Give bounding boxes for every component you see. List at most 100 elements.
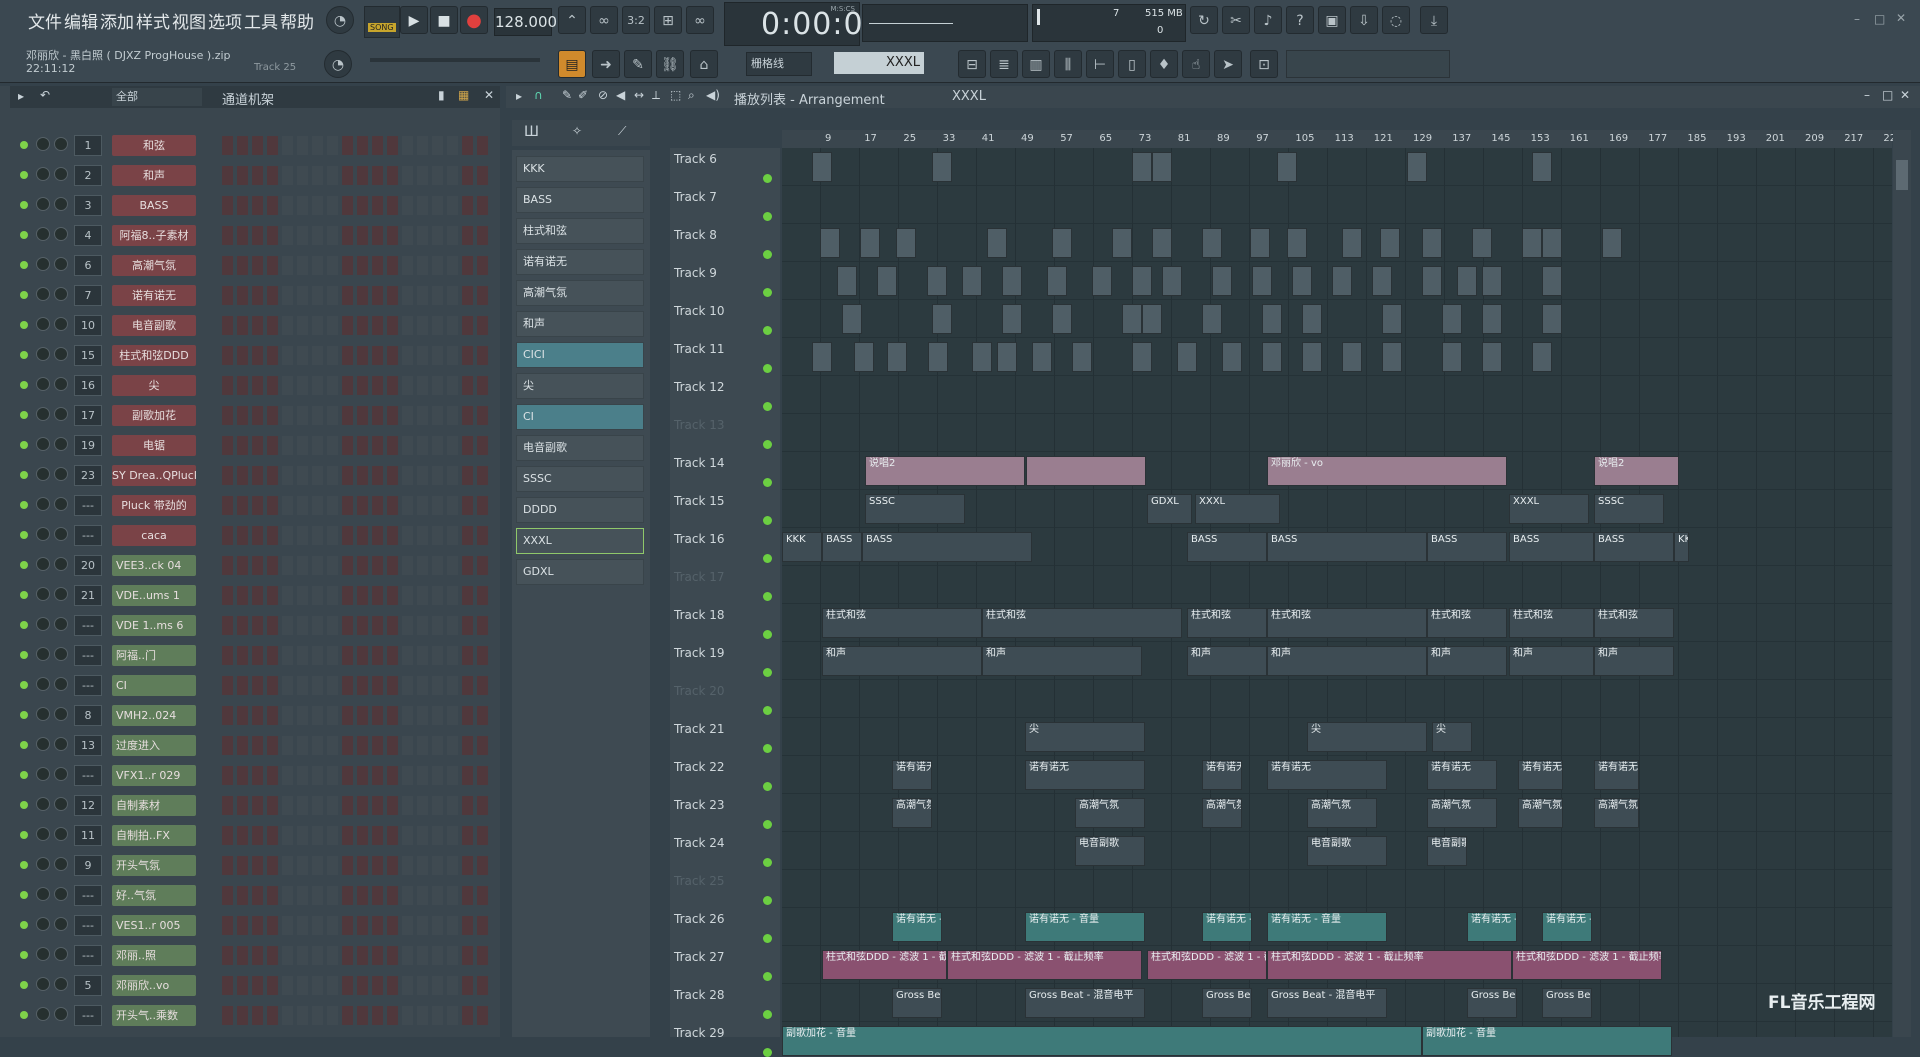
playlist-clip[interactable] bbox=[812, 342, 832, 372]
channel-name-button[interactable]: 自制拍..FX bbox=[112, 825, 196, 846]
channel-row[interactable]: 8 VMH2..024 bbox=[14, 702, 490, 728]
rack-menu-icon[interactable]: ▸ bbox=[18, 89, 24, 103]
playlist-clip[interactable]: 柱式和弦DDD - 滤波 1 - 截止频率 bbox=[822, 950, 947, 980]
playlist-clip[interactable] bbox=[1482, 342, 1502, 372]
channel-volume-knob[interactable] bbox=[54, 797, 68, 811]
pattern-item[interactable]: BASS bbox=[516, 187, 644, 213]
pattern-item[interactable]: SSSC bbox=[516, 466, 644, 492]
download-icon[interactable]: ⤓ bbox=[1420, 6, 1448, 34]
playlist-clip[interactable]: KKK bbox=[1674, 532, 1689, 562]
playlist-clip[interactable]: 诺有诺无 - 音量 bbox=[1542, 912, 1592, 942]
channel-mute-led[interactable] bbox=[20, 441, 28, 449]
playlist-clip[interactable]: Gross Beat - 混音电平 bbox=[1267, 988, 1387, 1018]
channel-mute-led[interactable] bbox=[20, 771, 28, 779]
channel-row[interactable]: 13 过度进入 bbox=[14, 732, 490, 758]
paint-icon[interactable]: ✐ bbox=[578, 88, 588, 102]
track-enable-led[interactable] bbox=[763, 820, 772, 829]
step-sequencer[interactable] bbox=[222, 316, 488, 335]
channel-name-button[interactable]: 和弦 bbox=[112, 135, 196, 156]
playlist-clip[interactable]: 高潮气氛 bbox=[1202, 798, 1242, 828]
loop-record-icon[interactable]: ∞ bbox=[686, 6, 714, 34]
channel-mixer-track[interactable]: 4 bbox=[74, 225, 102, 246]
channel-mixer-track[interactable]: 8 bbox=[74, 705, 102, 726]
track-enable-led[interactable] bbox=[763, 554, 772, 563]
playlist-clip[interactable] bbox=[1162, 266, 1182, 296]
help-icon[interactable]: ? bbox=[1286, 6, 1314, 34]
playlist-clip[interactable]: Gross Beat - 混音电平 bbox=[1025, 988, 1145, 1018]
channel-name-button[interactable]: 尖 bbox=[112, 375, 196, 396]
step-sequencer[interactable] bbox=[222, 466, 488, 485]
master-volume-knob[interactable]: ◔ bbox=[324, 50, 352, 78]
channel-volume-knob[interactable] bbox=[54, 257, 68, 271]
vertical-scrollbar[interactable] bbox=[1893, 130, 1911, 1037]
playlist-clip[interactable] bbox=[1342, 228, 1362, 258]
playlist-clip[interactable] bbox=[1072, 342, 1092, 372]
track-label[interactable]: Track 15 bbox=[674, 494, 724, 508]
menu-add[interactable]: 添加 bbox=[100, 8, 134, 33]
channel-mixer-track[interactable]: 1 bbox=[74, 135, 102, 156]
channel-row[interactable]: --- 阿福..门 bbox=[14, 642, 490, 668]
rack-close-icon[interactable]: ✕ bbox=[484, 88, 494, 102]
playlist-clip[interactable]: 柱式和弦DDD - 滤波 1 - 截止频率 bbox=[1267, 950, 1512, 980]
stop-icon[interactable]: ■ bbox=[430, 6, 458, 34]
playlist-clip[interactable]: BASS bbox=[1427, 532, 1507, 562]
channel-name-button[interactable]: Pluck 带劲的 bbox=[112, 495, 196, 516]
playlist-clip[interactable]: 柱式和弦 bbox=[1267, 608, 1427, 638]
playlist-clip[interactable] bbox=[1422, 228, 1442, 258]
channel-row[interactable]: 17 副歌加花 bbox=[14, 402, 490, 428]
channel-row[interactable]: 9 开头气氛 bbox=[14, 852, 490, 878]
pattern-item[interactable]: CI bbox=[516, 404, 644, 430]
channel-mute-led[interactable] bbox=[20, 411, 28, 419]
channel-mixer-track[interactable]: 17 bbox=[74, 405, 102, 426]
channel-mute-led[interactable] bbox=[20, 201, 28, 209]
channel-pan-knob[interactable] bbox=[36, 1007, 50, 1021]
playlist-clip[interactable]: 高潮气氛 bbox=[1594, 798, 1639, 828]
channel-name-button[interactable]: 好..气氛 bbox=[112, 885, 196, 906]
playlist-clip[interactable] bbox=[1422, 266, 1442, 296]
playlist-clip[interactable] bbox=[962, 266, 982, 296]
channel-mixer-track[interactable]: 16 bbox=[74, 375, 102, 396]
playlist-clip[interactable] bbox=[932, 304, 952, 334]
playlist-clip[interactable] bbox=[1250, 228, 1270, 258]
channel-volume-knob[interactable] bbox=[54, 227, 68, 241]
pattern-item[interactable]: 高潮气氛 bbox=[516, 280, 644, 306]
step-sequencer[interactable] bbox=[222, 556, 488, 575]
step-sequencer[interactable] bbox=[222, 616, 488, 635]
channel-row[interactable]: --- 开头气..乘数 bbox=[14, 1002, 490, 1028]
step-sequencer[interactable] bbox=[222, 406, 488, 425]
track-label[interactable]: Track 16 bbox=[674, 532, 724, 546]
playlist-clip[interactable]: 说唱2 bbox=[1594, 456, 1679, 486]
channel-pan-knob[interactable] bbox=[36, 437, 50, 451]
step-sequencer[interactable] bbox=[222, 586, 488, 605]
playlist-clip[interactable]: Gross Beat - 混音电平 bbox=[1202, 988, 1252, 1018]
step-sequencer[interactable] bbox=[222, 856, 488, 875]
playlist-clip[interactable]: 电音副歌 bbox=[1075, 836, 1145, 866]
menu-options[interactable]: 选项 bbox=[208, 8, 242, 33]
channel-mixer-track[interactable]: --- bbox=[74, 645, 102, 666]
track-label[interactable]: Track 12 bbox=[674, 380, 724, 394]
playlist-clip[interactable]: 尖 bbox=[1307, 722, 1427, 752]
timeline-ruler[interactable]: 9 17 25 33 41 49 57 65 73 81 89 97 105 113 121 129 137 14… bbox=[782, 130, 1902, 148]
playlist-clip[interactable] bbox=[896, 228, 916, 258]
step-sequencer[interactable] bbox=[222, 226, 488, 245]
channel-volume-knob[interactable] bbox=[54, 167, 68, 181]
track-label[interactable]: Track 7 bbox=[674, 190, 717, 204]
step-sequencer[interactable] bbox=[222, 436, 488, 455]
tempo-display[interactable]: 128.000 bbox=[494, 8, 557, 36]
playlist-clip[interactable]: 诺有诺无 bbox=[1267, 760, 1387, 790]
channel-pan-knob[interactable] bbox=[36, 377, 50, 391]
channel-row[interactable]: 10 电音副歌 bbox=[14, 312, 490, 338]
playlist-clip[interactable]: 诺有诺无 bbox=[1594, 760, 1639, 790]
playlist-clip[interactable]: 和声 bbox=[982, 646, 1142, 676]
channel-mute-led[interactable] bbox=[20, 681, 28, 689]
channel-mute-led[interactable] bbox=[20, 171, 28, 179]
channel-mixer-track[interactable]: --- bbox=[74, 495, 102, 516]
channel-mute-led[interactable] bbox=[20, 831, 28, 839]
playlist-clip[interactable] bbox=[1382, 304, 1402, 334]
playlist-clip[interactable] bbox=[987, 228, 1007, 258]
channel-volume-knob[interactable] bbox=[54, 707, 68, 721]
playlist-clip[interactable]: BASS bbox=[1509, 532, 1594, 562]
playlist-clip[interactable] bbox=[1482, 266, 1502, 296]
track-enable-led[interactable] bbox=[763, 896, 772, 905]
playlist-clip[interactable]: 副歌加花 - 音量 bbox=[1422, 1026, 1672, 1056]
